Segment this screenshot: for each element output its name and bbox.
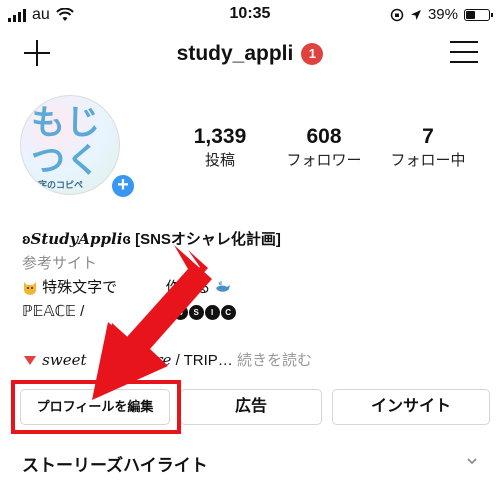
add-story-icon[interactable]: + bbox=[110, 173, 136, 199]
notification-badge: 1 bbox=[301, 43, 324, 65]
bio-name: ʚStudyAppliɞ [SNSオシャレ化計画] bbox=[22, 227, 492, 252]
stat-followers-label: フォロワー bbox=[286, 152, 362, 169]
battery-icon bbox=[464, 8, 493, 21]
status-bar: au 10:35 39% bbox=[0, 0, 500, 30]
hamburger-menu-icon[interactable] bbox=[450, 40, 478, 64]
stat-following-value: 7 bbox=[422, 125, 434, 148]
bio-line-2: ℙ𝔼𝔸ℂ𝔼 / MUSIC bbox=[22, 300, 492, 324]
bio-line-2-text: ℙ𝔼𝔸ℂ𝔼 / bbox=[22, 303, 85, 320]
profile-stats: 1,339 投稿 608 フォロワー 7 フォロー中 bbox=[168, 124, 488, 172]
stat-posts-value: 1,339 bbox=[193, 125, 247, 148]
stat-following[interactable]: 7 フォロー中 bbox=[376, 124, 480, 172]
music-letter: U bbox=[172, 305, 188, 320]
story-highlights-title: ストーリーズハイライト bbox=[22, 456, 208, 475]
status-right: 39% bbox=[390, 6, 493, 23]
battery-fill bbox=[466, 10, 475, 19]
bio-line-3-picture: picture bbox=[116, 351, 172, 369]
bio-line-3-sweet: sweet bbox=[42, 351, 87, 369]
read-more-link[interactable]: 続きを読む bbox=[237, 352, 312, 369]
stat-followers-value: 608 bbox=[306, 125, 342, 148]
stat-followers[interactable]: 608 フォロワー bbox=[272, 124, 376, 172]
bio-category: 参考サイト bbox=[22, 255, 98, 272]
bio-line-3-trip: / TRIP… bbox=[175, 352, 233, 369]
bio-spacer bbox=[22, 324, 492, 348]
whale-icon bbox=[215, 281, 230, 292]
music-letter: S bbox=[188, 305, 204, 320]
bio-name-suffix: ɞ [SNSオシャレ化計画] bbox=[122, 231, 281, 248]
stat-posts-label: 投稿 bbox=[204, 152, 235, 169]
avatar-logo-subtext: 文字のコピペ bbox=[29, 180, 84, 190]
stat-posts[interactable]: 1,339 投稿 bbox=[168, 124, 272, 172]
bio-name-brand: StudyAppli bbox=[30, 230, 123, 248]
username-title[interactable]: study_appli 1 bbox=[0, 42, 500, 66]
music-letter: I bbox=[204, 305, 220, 320]
stat-following-label: フォロー中 bbox=[390, 152, 466, 169]
bio-line-1-text-2: 作れる bbox=[165, 279, 211, 296]
music-letters: MUSIC bbox=[156, 303, 237, 320]
profile-header: study_appli 1 bbox=[0, 32, 500, 78]
music-letter: C bbox=[220, 305, 236, 320]
cat-face-icon bbox=[24, 282, 36, 295]
profile-avatar-area: もじつく 文字のコピペ + bbox=[20, 95, 138, 199]
story-highlights[interactable]: ストーリーズハイライト bbox=[22, 451, 482, 475]
battery-percent: 39% bbox=[427, 6, 458, 23]
highlight-box bbox=[11, 380, 181, 434]
bio-line-3: sweet picture / TRIP… 続きを読む bbox=[22, 348, 492, 373]
bio-line-1: 特殊文字で 作れる bbox=[22, 276, 492, 300]
bio-name-prefix: ʚ bbox=[22, 231, 31, 248]
avatar[interactable]: もじつく 文字のコピペ bbox=[20, 95, 120, 195]
profile-bio: ʚStudyAppliɞ [SNSオシャレ化計画] 参考サイト 特殊文字で 作れ… bbox=[22, 227, 492, 373]
red-triangle-icon bbox=[24, 356, 36, 365]
bio-line-1-text: 特殊文字で bbox=[42, 279, 118, 296]
username-text: study_appli bbox=[176, 42, 294, 65]
location-icon bbox=[410, 9, 421, 20]
avatar-logo-text: もじつく bbox=[31, 103, 101, 181]
orientation-lock-icon bbox=[390, 8, 404, 21]
music-letter: M bbox=[156, 305, 172, 320]
insights-button[interactable]: インサイト bbox=[332, 389, 490, 425]
ads-button[interactable]: 広告 bbox=[180, 389, 322, 425]
chevron-down-icon[interactable] bbox=[466, 455, 478, 467]
